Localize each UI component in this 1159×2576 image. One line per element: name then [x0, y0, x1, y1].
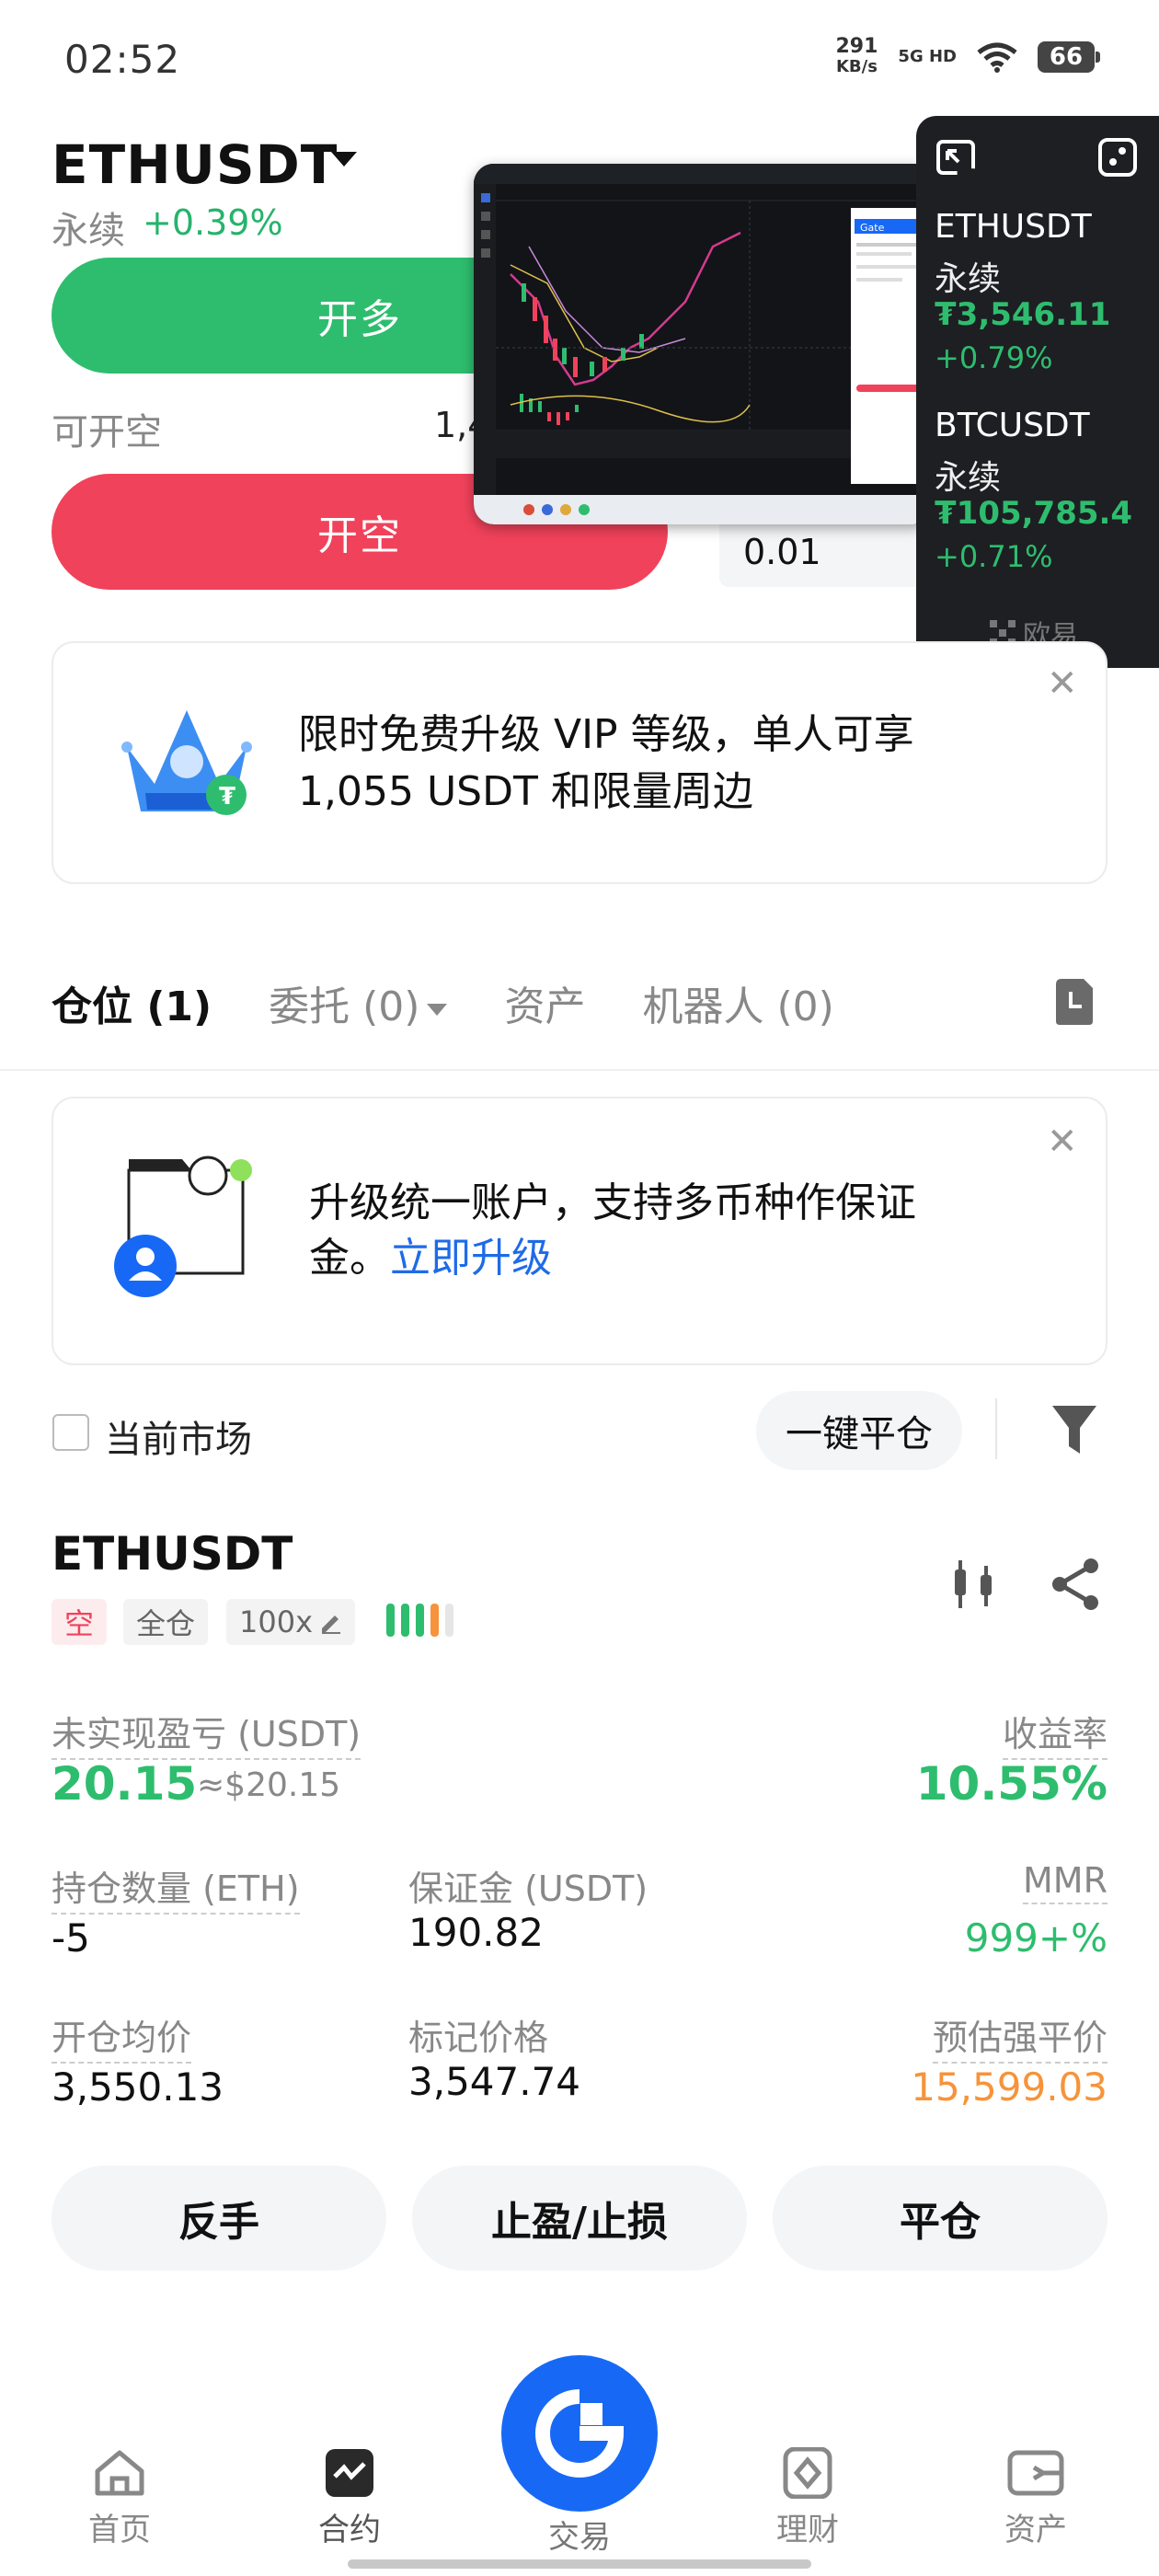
roe-value: 10.55%	[915, 1757, 1107, 1811]
risk-level-indicator	[386, 1604, 453, 1637]
ticker-symbol[interactable]: ETHUSDT	[935, 208, 1092, 246]
caret-down-icon[interactable]	[331, 152, 357, 167]
status-time: 02:52	[64, 37, 181, 82]
unified-account-text: 升级统一账户，支持多币种作保证 金。立即升级	[309, 1179, 916, 1282]
ticker-change: +0.71%	[935, 539, 1053, 574]
network-type: 5G HD	[898, 47, 957, 66]
margin-value: 190.82	[408, 1910, 544, 1955]
earn-icon	[783, 2447, 832, 2499]
wallet-icon	[1007, 2450, 1064, 2496]
position-size-value: -5	[52, 1915, 90, 1961]
history-icon[interactable]	[1050, 977, 1098, 1027]
ticker-price: ₮105,785.4	[935, 495, 1133, 532]
mmr-value: 999+%	[964, 1915, 1107, 1961]
caret-down-icon	[427, 1003, 448, 1016]
margin-label: 保证金 (USDT)	[408, 1869, 648, 1909]
edit-icon[interactable]	[318, 1610, 342, 1634]
svg-text:₮: ₮	[219, 783, 235, 811]
divider	[0, 1069, 1159, 1071]
tab-positions[interactable]: 仓位 (1)	[52, 973, 212, 1032]
entry-price-label: 开仓均价	[52, 2009, 192, 2064]
tab-assets[interactable]: 资产	[504, 973, 585, 1032]
unrealized-pnl-value: 20.15	[52, 1757, 198, 1811]
nav-futures[interactable]: 合约	[285, 2447, 414, 2549]
candlestick-chart-thumbnail: Gate	[474, 164, 934, 524]
mark-price-label: 标记价格	[408, 2018, 549, 2058]
battery-icon: 66	[1038, 41, 1100, 73]
tab-bots[interactable]: 机器人 (0)	[642, 973, 833, 1032]
status-indicators: 291 KB/s 5G HD 66	[835, 35, 1100, 77]
nav-earn[interactable]: 理财	[743, 2447, 872, 2549]
kline-chart-icon[interactable]	[947, 1557, 999, 1612]
risk-level-bar	[445, 1604, 453, 1637]
close-all-button[interactable]: 一键平仓	[756, 1391, 962, 1470]
nav-trade-label[interactable]: 交易	[515, 2512, 644, 2557]
mark-price-value: 3,547.74	[408, 2059, 581, 2104]
risk-level-bar	[416, 1604, 424, 1637]
position-tabs: 仓位 (1) 委托 (0) 资产 机器人 (0)	[52, 973, 834, 1032]
embedded-chart-screenshot[interactable]: Gate	[474, 164, 934, 524]
mmr-label: MMR	[1023, 1860, 1107, 1904]
can-short-label: 可开空	[52, 411, 162, 454]
vip-crown-icon: ₮	[121, 710, 252, 815]
unrealized-pnl-usd: ≈$20.15	[197, 1766, 341, 1804]
tab-orders[interactable]: 委托 (0)	[269, 973, 448, 1032]
trade-button[interactable]	[501, 2355, 658, 2512]
close-position-button[interactable]: 平仓	[773, 2166, 1107, 2271]
ticker-type: 永续	[935, 459, 1002, 497]
futures-icon	[326, 2449, 373, 2497]
picture-in-picture-icon[interactable]	[935, 136, 977, 178]
close-icon[interactable]: ✕	[1047, 1121, 1078, 1163]
network-speed: 291 KB/s	[835, 35, 878, 77]
side-tag: 空	[52, 1599, 108, 1645]
home-icon	[95, 2450, 144, 2496]
close-icon[interactable]: ✕	[1047, 662, 1078, 705]
liquidation-price-label: 预估强平价	[932, 2009, 1107, 2064]
roe-label: 收益率	[1002, 1706, 1107, 1760]
svg-text:Gate: Gate	[860, 222, 885, 234]
symbol-selector[interactable]: ETHUSDT	[52, 133, 338, 196]
trade-icon	[535, 2389, 625, 2478]
position-symbol[interactable]: ETHUSDT	[52, 1527, 293, 1581]
divider	[995, 1398, 997, 1459]
position-size-label: 持仓数量 (ETH)	[52, 1860, 300, 1915]
tp-sl-button[interactable]: 止盈/止损	[412, 2166, 747, 2271]
current-market-label[interactable]: 当前市场	[105, 1409, 252, 1463]
ticker-change: +0.79%	[935, 340, 1053, 375]
vip-promo-text: 限时免费升级 VIP 等级，单人可享 1,055 USDT 和限量周边	[298, 711, 914, 815]
risk-level-bar	[401, 1604, 409, 1637]
entry-price-value: 3,550.13	[52, 2064, 224, 2110]
margin-mode-tag: 全仓	[123, 1599, 209, 1645]
unrealized-pnl-label: 未实现盈亏 (USDT)	[52, 1706, 361, 1760]
price-change: +0.39%	[143, 202, 283, 243]
leverage-tag[interactable]: 100x	[226, 1599, 356, 1645]
ticker-type: 永续	[935, 260, 1002, 298]
wifi-icon	[977, 42, 1017, 73]
liquidation-price-value: 15,599.03	[911, 2064, 1107, 2110]
collapse-icon[interactable]	[1096, 136, 1139, 178]
home-indicator[interactable]	[348, 2559, 811, 2569]
contract-type: 永续	[52, 210, 125, 252]
risk-level-bar	[386, 1604, 395, 1637]
ticker-symbol[interactable]: BTCUSDT	[935, 407, 1090, 444]
account-upgrade-icon	[114, 1156, 252, 1297]
share-icon[interactable]	[1049, 1557, 1102, 1612]
nav-assets[interactable]: 资产	[971, 2447, 1100, 2549]
current-market-checkbox[interactable]	[52, 1414, 89, 1451]
floating-ticker-panel[interactable]: ETHUSDT 永续 ₮3,546.11 +0.79% BTCUSDT 永续 ₮…	[916, 116, 1159, 668]
upgrade-now-link[interactable]: 立即升级	[390, 1235, 552, 1282]
reverse-button[interactable]: 反手	[52, 2166, 386, 2271]
risk-level-bar	[430, 1604, 439, 1637]
ticker-price: ₮3,546.11	[935, 296, 1111, 333]
quantity-input[interactable]: 0.01	[719, 515, 922, 587]
nav-home[interactable]: 首页	[55, 2447, 184, 2549]
filter-icon[interactable]	[1050, 1404, 1098, 1455]
